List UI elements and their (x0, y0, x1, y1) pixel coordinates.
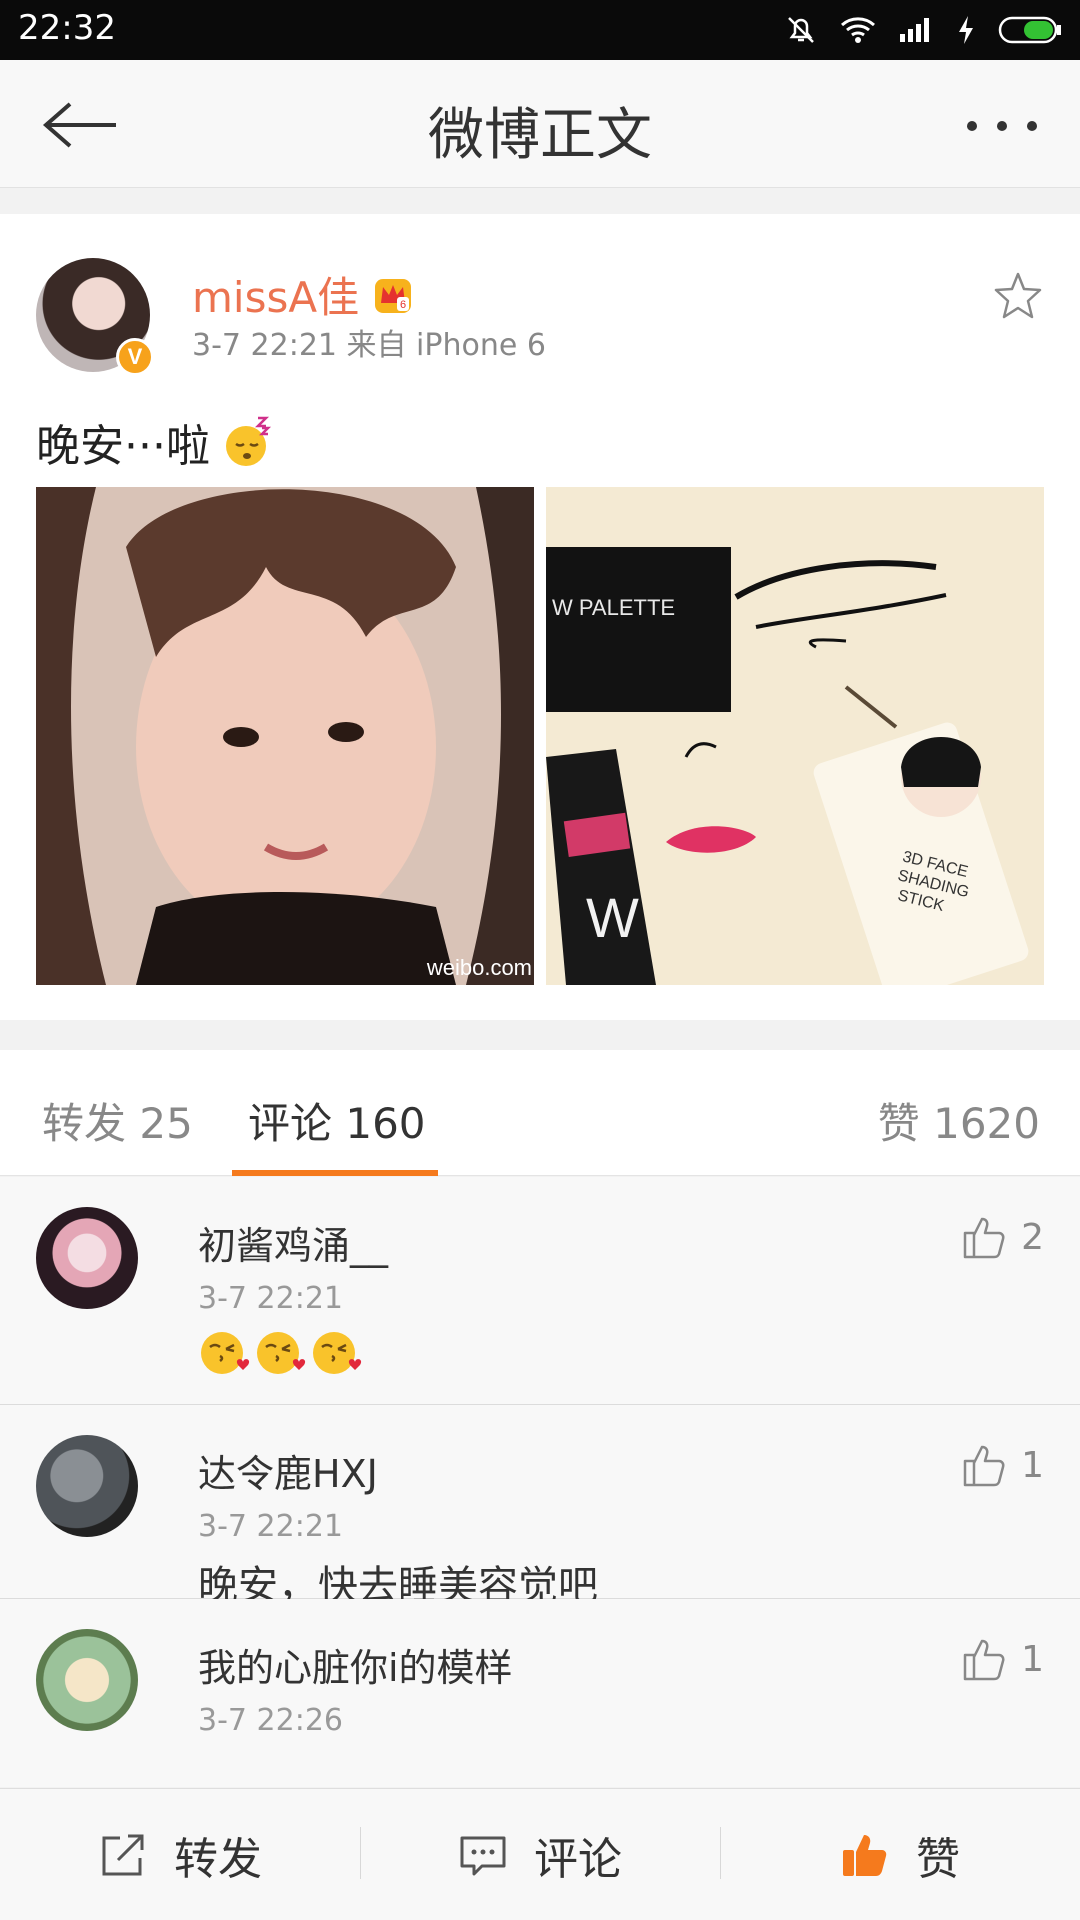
comment-like-button[interactable]: 2 (961, 1213, 1044, 1261)
commenter-avatar[interactable] (36, 1435, 138, 1537)
repost-button[interactable]: 转发 (0, 1789, 360, 1920)
comment-button[interactable]: 评论 (360, 1789, 720, 1920)
commenter-avatar[interactable] (36, 1207, 138, 1309)
like-button[interactable]: 赞 (720, 1789, 1080, 1920)
commenter-avatar[interactable] (36, 1629, 138, 1731)
post-text-content: 晚安···啦 (36, 421, 210, 472)
comment-list: 初酱鸡涌__ 3-7 22:21 2 达令鹿HXJ 3-7 22:21 晚安，快… (0, 1177, 1080, 1787)
commenter-name[interactable]: 达令鹿HXJ (198, 1443, 378, 1498)
more-dots-icon[interactable] (964, 118, 1040, 134)
comment-icon (460, 1836, 506, 1875)
like-label: 赞 (916, 1833, 960, 1885)
thumb-up-icon (963, 1217, 1005, 1259)
tab-bar: 转发 25 评论 160 赞 1620 (0, 1050, 1080, 1176)
commenter-name[interactable]: 初酱鸡涌__ (198, 1215, 388, 1270)
comment-time: 3-7 22:26 (198, 1703, 343, 1738)
post-meta: 3-7 22:21 来自 iPhone 6 (192, 328, 546, 363)
comment-like-count: 2 (1021, 1216, 1044, 1258)
comment-item: 我的心脏你i的模样 3-7 22:26 1 (0, 1599, 1080, 1787)
makeup-illustration: W PALETTE W 3D FACE SHADING STICK (546, 487, 1044, 985)
comment-label: 评论 (534, 1833, 622, 1885)
tab-comment[interactable]: 评论 160 (248, 1090, 426, 1151)
kiss-emoji-icon (313, 1332, 362, 1374)
comment-item: 初酱鸡涌__ 3-7 22:21 2 (0, 1177, 1080, 1405)
post-image-selfie[interactable]: weibo.com (36, 487, 534, 985)
image-watermark: weibo.com (426, 955, 532, 980)
status-bar: 22:32 (0, 0, 1080, 60)
page-title: 微博正文 (428, 103, 652, 168)
selfie-illustration (36, 487, 534, 985)
tab-repost[interactable]: 转发 25 (42, 1090, 193, 1151)
share-icon (102, 1834, 144, 1875)
kiss-emoji-icon (257, 1332, 306, 1374)
active-tab-indicator (232, 1170, 438, 1176)
comment-like-count: 1 (1021, 1444, 1044, 1486)
repost-label: 转发 (174, 1833, 262, 1885)
comment-like-button[interactable]: 1 (961, 1441, 1044, 1489)
comment-emojis (198, 1327, 362, 1379)
sleeping-emoji-icon (225, 416, 271, 466)
bell-off-icon (788, 17, 814, 43)
star-icon[interactable] (992, 270, 1044, 322)
author-row: missA佳 6 (192, 264, 415, 325)
nav-bar: 微博正文 (0, 60, 1080, 188)
commenter-name[interactable]: 我的心脏你i的模样 (198, 1637, 513, 1692)
post-text: 晚安···啦 (36, 410, 276, 474)
thumb-up-icon (963, 1639, 1005, 1681)
svg-text:W PALETTE: W PALETTE (552, 595, 675, 620)
bottom-action-bar: 转发 评论 赞 (0, 1788, 1080, 1920)
battery-icon (998, 16, 1061, 44)
verified-badge: V (116, 338, 154, 376)
status-time: 22:32 (18, 8, 116, 48)
charging-icon (959, 16, 973, 44)
post-card: V missA佳 6 3-7 22:21 来自 iPhone 6 晚安···啦 (0, 214, 1080, 1020)
status-icons (784, 10, 1064, 50)
svg-text:6: 6 (400, 299, 406, 311)
wifi-icon (841, 17, 875, 43)
thumb-up-icon (963, 1445, 1005, 1487)
tab-like[interactable]: 赞 1620 (878, 1090, 1040, 1151)
author-name[interactable]: missA佳 (192, 264, 359, 325)
kiss-emoji-icon (201, 1332, 250, 1374)
comment-item: 达令鹿HXJ 3-7 22:21 晚安，快去睡美容觉吧 1 (0, 1405, 1080, 1609)
thumb-up-filled-icon (843, 1834, 887, 1876)
comment-time: 3-7 22:21 (198, 1509, 343, 1544)
comment-like-button[interactable]: 1 (961, 1635, 1044, 1683)
comment-time: 3-7 22:21 (198, 1281, 343, 1316)
svg-text:W: W (586, 886, 639, 949)
signal-icon (900, 18, 929, 42)
crown-icon: 6 (375, 278, 412, 313)
post-image-makeup[interactable]: W PALETTE W 3D FACE SHADING STICK (546, 487, 1044, 985)
comment-like-count: 1 (1021, 1638, 1044, 1680)
